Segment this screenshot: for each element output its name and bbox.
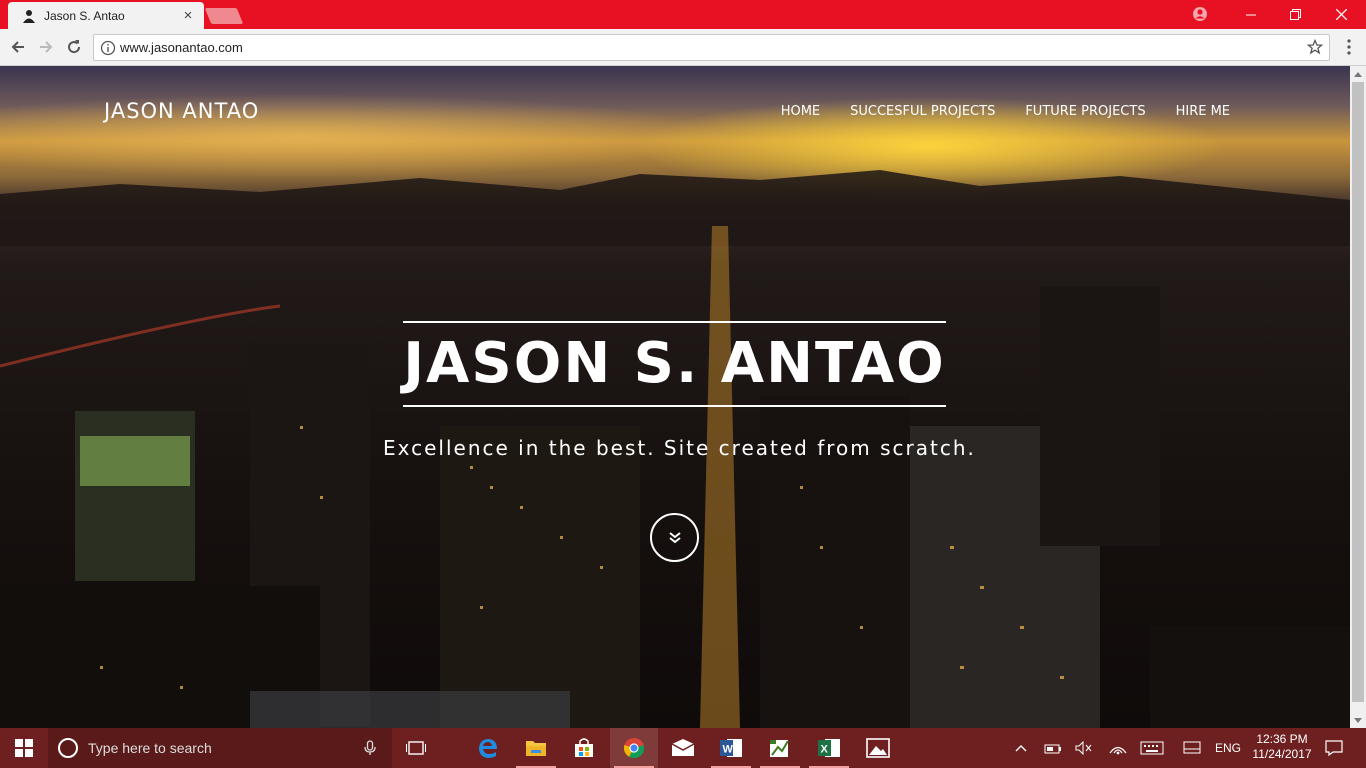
notification-icon xyxy=(1325,740,1343,756)
hero-tagline: Excellence in the best. Site created fro… xyxy=(383,436,976,460)
tab-close-icon[interactable]: × xyxy=(180,7,196,24)
clock-date: 11/24/2017 xyxy=(1252,747,1312,761)
nav-home-link[interactable]: HOME xyxy=(781,104,820,119)
info-icon[interactable] xyxy=(100,40,116,56)
scrollbar-thumb[interactable] xyxy=(1352,82,1364,702)
volume-muted-icon xyxy=(1075,741,1092,755)
page-viewport: JASON ANTAO HOME SUCCESFUL PROJECTS FUTU… xyxy=(0,66,1350,728)
battery-icon xyxy=(1044,744,1061,754)
clock-time: 12:36 PM xyxy=(1256,732,1308,746)
task-view-button[interactable] xyxy=(392,728,440,768)
photos-icon xyxy=(866,738,890,758)
chrome-icon xyxy=(623,738,645,759)
restore-button[interactable] xyxy=(1272,0,1318,29)
display-button[interactable] xyxy=(1180,728,1204,768)
browser-menu-icon[interactable] xyxy=(1340,38,1358,56)
site-nav: HOME SUCCESFUL PROJECTS FUTURE PROJECTS … xyxy=(781,104,1230,119)
site-brand-logo[interactable]: JASON ANTAO xyxy=(104,99,259,123)
action-center-button[interactable] xyxy=(1320,728,1348,768)
store-button[interactable] xyxy=(560,728,608,768)
excel-button[interactable]: X xyxy=(805,728,853,768)
project-button[interactable] xyxy=(756,728,804,768)
browser-titlebar: Jason S. Antao × xyxy=(0,0,1366,29)
nav-hire-me-link[interactable]: HIRE ME xyxy=(1176,104,1230,119)
url-text[interactable]: www.jasonantao.com xyxy=(120,35,243,60)
show-hidden-icons-button[interactable] xyxy=(1010,728,1032,768)
new-tab-button[interactable] xyxy=(204,8,244,24)
volume-button[interactable] xyxy=(1072,728,1096,768)
forward-button[interactable] xyxy=(36,37,56,57)
file-explorer-icon xyxy=(526,741,546,756)
microphone-icon[interactable] xyxy=(362,740,378,756)
taskbar-clock[interactable]: 12:36 PM 11/24/2017 xyxy=(1246,732,1318,762)
svg-text:X: X xyxy=(821,744,829,756)
tab-title: Jason S. Antao xyxy=(44,8,125,23)
hero-headline: JASON S. ANTAO xyxy=(403,331,946,396)
file-explorer-button[interactable] xyxy=(512,728,560,768)
nav-succesful-projects-link[interactable]: SUCCESFUL PROJECTS xyxy=(850,104,995,119)
chrome-button[interactable] xyxy=(610,728,658,768)
scroll-down-button[interactable] xyxy=(650,513,699,562)
minimize-button[interactable] xyxy=(1228,0,1274,29)
keyboard-icon xyxy=(1140,741,1164,755)
minimize-icon xyxy=(1246,14,1256,15)
network-button[interactable] xyxy=(1106,728,1130,768)
forward-arrow-icon xyxy=(40,41,53,53)
user-favicon-icon xyxy=(23,9,35,23)
scroll-down-arrow-icon[interactable] xyxy=(1350,712,1366,728)
mail-button[interactable] xyxy=(659,728,707,768)
headline-bottom-rule xyxy=(403,405,946,407)
word-button[interactable]: W xyxy=(707,728,755,768)
back-button[interactable] xyxy=(8,37,28,57)
input-language-button[interactable]: ENG xyxy=(1212,728,1244,768)
close-window-button[interactable] xyxy=(1318,0,1364,29)
word-icon: W xyxy=(720,739,742,757)
task-view-icon xyxy=(406,741,426,755)
excel-icon: X xyxy=(818,739,840,757)
double-chevron-down-icon xyxy=(668,531,681,543)
cortana-icon xyxy=(58,738,78,758)
browser-tab-active[interactable]: Jason S. Antao × xyxy=(8,2,204,29)
edge-icon xyxy=(479,739,497,758)
address-bar[interactable]: www.jasonantao.com xyxy=(93,34,1330,61)
wifi-icon xyxy=(1109,746,1127,755)
profile-icon[interactable] xyxy=(1192,6,1208,22)
browser-toolbar: www.jasonantao.com xyxy=(0,29,1366,66)
taskbar-search-box[interactable]: Type here to search xyxy=(48,728,392,768)
project-icon xyxy=(770,740,789,757)
page-scrollbar[interactable] xyxy=(1350,66,1366,728)
restore-icon xyxy=(1289,9,1301,20)
windows-taskbar: Type here to search W X ENG 12:36 PM 11/… xyxy=(0,728,1366,768)
display-icon xyxy=(1183,741,1201,754)
touch-keyboard-button[interactable] xyxy=(1138,728,1166,768)
start-button[interactable] xyxy=(0,728,48,768)
mail-icon xyxy=(671,739,695,756)
nav-future-projects-link[interactable]: FUTURE PROJECTS xyxy=(1025,104,1145,119)
reload-button[interactable] xyxy=(64,37,84,57)
hero-headline-block: JASON S. ANTAO xyxy=(403,321,946,407)
bookmark-star-icon[interactable] xyxy=(1307,39,1323,55)
windows-logo-icon xyxy=(15,739,33,757)
scroll-up-arrow-icon[interactable] xyxy=(1350,66,1366,82)
svg-text:W: W xyxy=(723,744,734,756)
close-icon xyxy=(1335,9,1347,20)
edge-button[interactable] xyxy=(464,728,512,768)
search-placeholder: Type here to search xyxy=(88,740,212,756)
back-arrow-icon xyxy=(11,41,24,53)
reload-icon xyxy=(68,40,81,54)
battery-button[interactable] xyxy=(1040,728,1064,768)
store-icon xyxy=(575,738,593,757)
photos-button[interactable] xyxy=(854,728,902,768)
chevron-up-icon xyxy=(1015,745,1027,752)
